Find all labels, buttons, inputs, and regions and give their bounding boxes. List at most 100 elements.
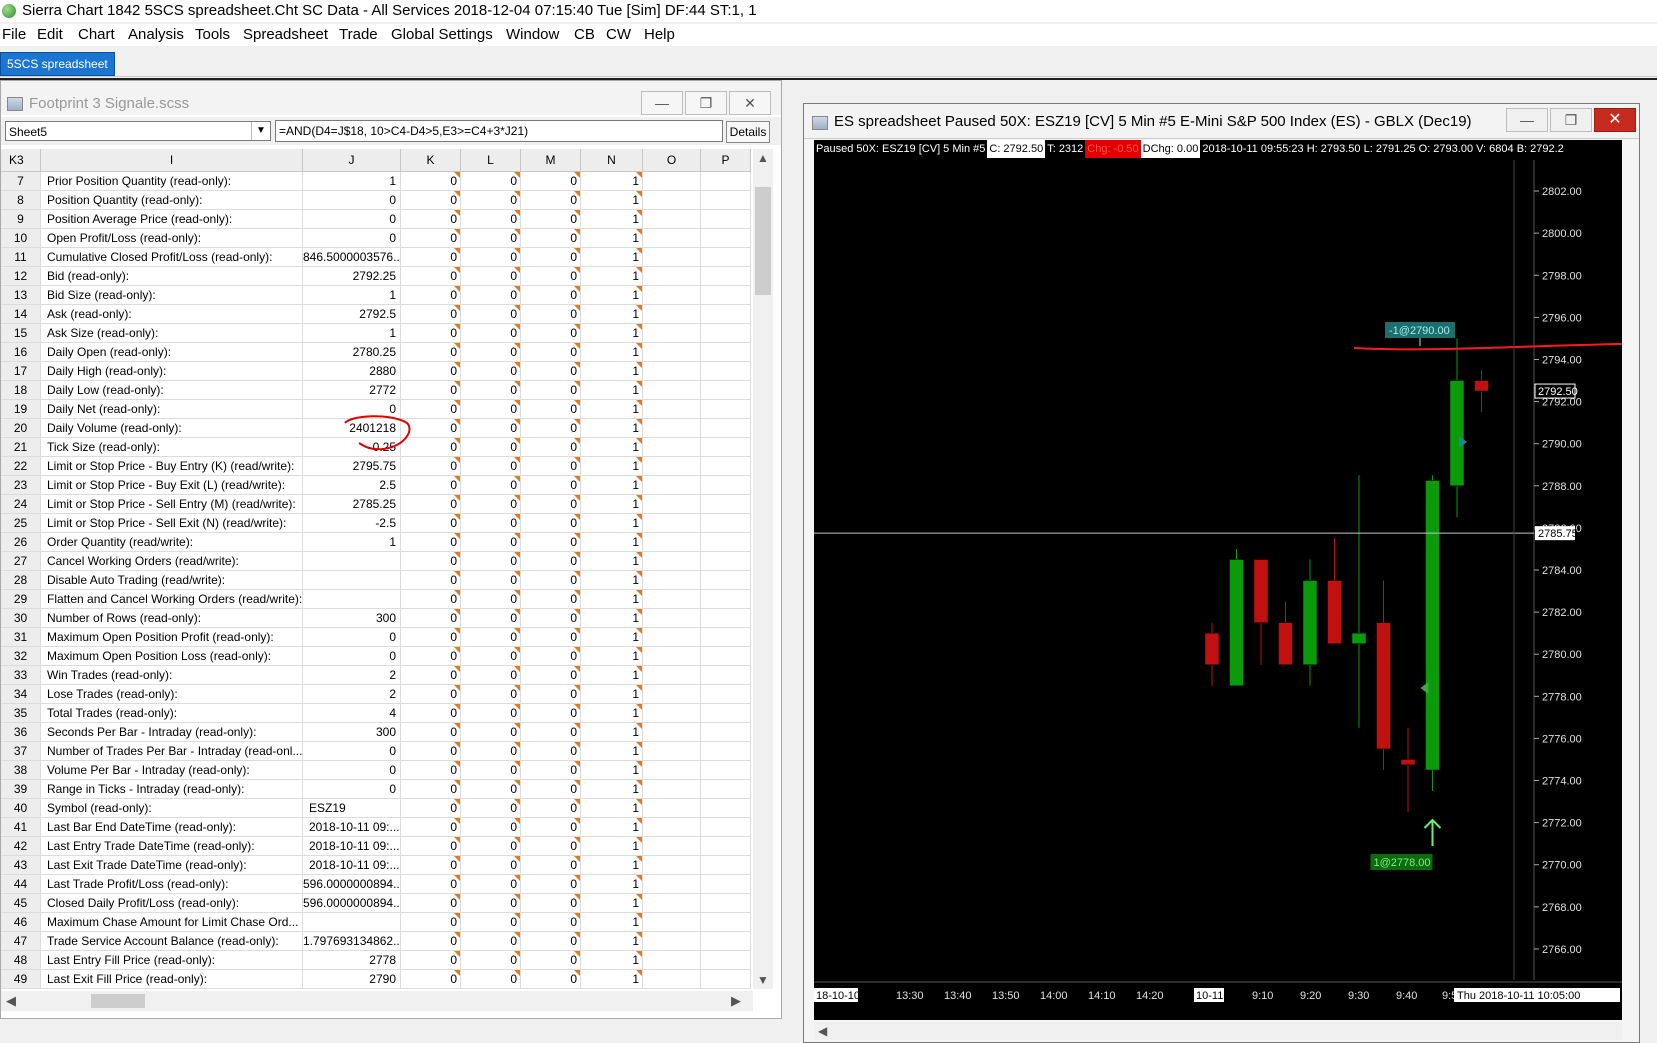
menu-tools[interactable]: Tools [195, 26, 230, 43]
formula-bar[interactable]: =AND(D4=J$18, 10>C4-D4>5,E3>=C4+3*J21) [275, 120, 723, 142]
cell-value[interactable]: 0 [303, 210, 401, 228]
cell-n[interactable]: 1 [581, 305, 643, 323]
cell-value[interactable]: 0 [303, 780, 401, 798]
hscrollbar-thumb[interactable] [91, 994, 145, 1008]
cell-p[interactable] [701, 780, 751, 798]
cell-o[interactable] [643, 913, 701, 931]
row-number[interactable]: 11 [1, 248, 41, 266]
maximize-button[interactable]: ❐ [685, 91, 727, 115]
cell-p[interactable] [701, 514, 751, 532]
cell-l[interactable]: 0 [461, 419, 521, 437]
cell-k[interactable]: 0 [401, 590, 461, 608]
cell-p[interactable] [701, 761, 751, 779]
cell-o[interactable] [643, 248, 701, 266]
cell-l[interactable]: 0 [461, 685, 521, 703]
cell-l[interactable]: 0 [461, 362, 521, 380]
cell-n[interactable]: 1 [581, 780, 643, 798]
cell-m[interactable]: 0 [521, 609, 581, 627]
scroll-down-icon[interactable]: ▼ [753, 971, 773, 989]
row-number[interactable]: 16 [1, 343, 41, 361]
cell-n[interactable]: 1 [581, 723, 643, 741]
cell-k[interactable]: 0 [401, 856, 461, 874]
cell-n[interactable]: 1 [581, 837, 643, 855]
cell-p[interactable] [701, 476, 751, 494]
cell-k[interactable]: 0 [401, 837, 461, 855]
cell-l[interactable]: 0 [461, 400, 521, 418]
cell-value[interactable] [303, 590, 401, 608]
row-number[interactable]: 47 [1, 932, 41, 950]
column-header-n[interactable]: N [581, 149, 643, 171]
menu-trade[interactable]: Trade [339, 26, 378, 43]
row-number[interactable]: 31 [1, 628, 41, 646]
cell-k[interactable]: 0 [401, 457, 461, 475]
cell-value[interactable]: 1 [303, 172, 401, 190]
cell-o[interactable] [643, 685, 701, 703]
cell-k[interactable]: 0 [401, 875, 461, 893]
cell-l[interactable]: 0 [461, 723, 521, 741]
cell-o[interactable] [643, 343, 701, 361]
cell-o[interactable] [643, 704, 701, 722]
cell-p[interactable] [701, 267, 751, 285]
cell-n[interactable]: 1 [581, 761, 643, 779]
cell-label[interactable]: Position Average Price (read-only): [41, 210, 303, 228]
row-number[interactable]: 12 [1, 267, 41, 285]
cell-p[interactable] [701, 666, 751, 684]
cell-l[interactable]: 0 [461, 248, 521, 266]
cell-label[interactable]: Tick Size (read-only): [41, 438, 303, 456]
cell-o[interactable] [643, 229, 701, 247]
cell-p[interactable] [701, 343, 751, 361]
cell-k[interactable]: 0 [401, 761, 461, 779]
cell-p[interactable] [701, 742, 751, 760]
row-number[interactable]: 48 [1, 951, 41, 969]
cell-o[interactable] [643, 932, 701, 950]
cell-value[interactable]: 2785.25 [303, 495, 401, 513]
cell-k[interactable]: 0 [401, 533, 461, 551]
minimize-button[interactable]: — [641, 91, 683, 115]
row-number[interactable]: 27 [1, 552, 41, 570]
cell-label[interactable]: Total Trades (read-only): [41, 704, 303, 722]
cell-k[interactable]: 0 [401, 343, 461, 361]
cell-n[interactable]: 1 [581, 609, 643, 627]
cell-value[interactable]: 0 [303, 761, 401, 779]
cell-k[interactable]: 0 [401, 191, 461, 209]
cell-o[interactable] [643, 210, 701, 228]
cell-l[interactable]: 0 [461, 590, 521, 608]
cell-o[interactable] [643, 799, 701, 817]
cell-m[interactable]: 0 [521, 400, 581, 418]
cell-label[interactable]: Trade Service Account Balance (read-only… [41, 932, 303, 950]
cell-n[interactable]: 1 [581, 818, 643, 836]
cell-value[interactable]: 846.5000003576... [303, 248, 401, 266]
cell-label[interactable]: Bid (read-only): [41, 267, 303, 285]
row-number[interactable]: 9 [1, 210, 41, 228]
cell-value[interactable] [303, 913, 401, 931]
cell-label[interactable]: Last Exit Trade DateTime (read-only): [41, 856, 303, 874]
chart-plot[interactable]: 2802.00 2800.00 2798.00 2796.00 2794.00 2792.… [814, 140, 1622, 1020]
cell-value[interactable] [303, 552, 401, 570]
cell-m[interactable]: 0 [521, 419, 581, 437]
menu-global-settings[interactable]: Global Settings [391, 26, 493, 43]
cell-o[interactable] [643, 970, 701, 988]
cell-o[interactable] [643, 723, 701, 741]
cell-n[interactable]: 1 [581, 951, 643, 969]
cell-l[interactable]: 0 [461, 172, 521, 190]
scroll-right-icon[interactable]: ▶ [726, 991, 746, 1011]
cell-k[interactable]: 0 [401, 970, 461, 988]
cell-p[interactable] [701, 894, 751, 912]
cell-value[interactable]: 1 [303, 286, 401, 304]
cell-value[interactable]: 0 [303, 647, 401, 665]
chevron-down-icon[interactable]: ▼ [251, 122, 270, 140]
cell-l[interactable]: 0 [461, 286, 521, 304]
row-number[interactable]: 29 [1, 590, 41, 608]
row-number[interactable]: 35 [1, 704, 41, 722]
row-number[interactable]: 22 [1, 457, 41, 475]
cell-p[interactable] [701, 172, 751, 190]
cell-k[interactable]: 0 [401, 210, 461, 228]
menu-help[interactable]: Help [644, 26, 675, 43]
cell-p[interactable] [701, 362, 751, 380]
cell-m[interactable]: 0 [521, 780, 581, 798]
cell-value[interactable]: 0 [303, 628, 401, 646]
cell-label[interactable]: Flatten and Cancel Working Orders (read/… [41, 590, 303, 608]
cell-o[interactable] [643, 818, 701, 836]
cell-o[interactable] [643, 894, 701, 912]
cell-l[interactable]: 0 [461, 210, 521, 228]
